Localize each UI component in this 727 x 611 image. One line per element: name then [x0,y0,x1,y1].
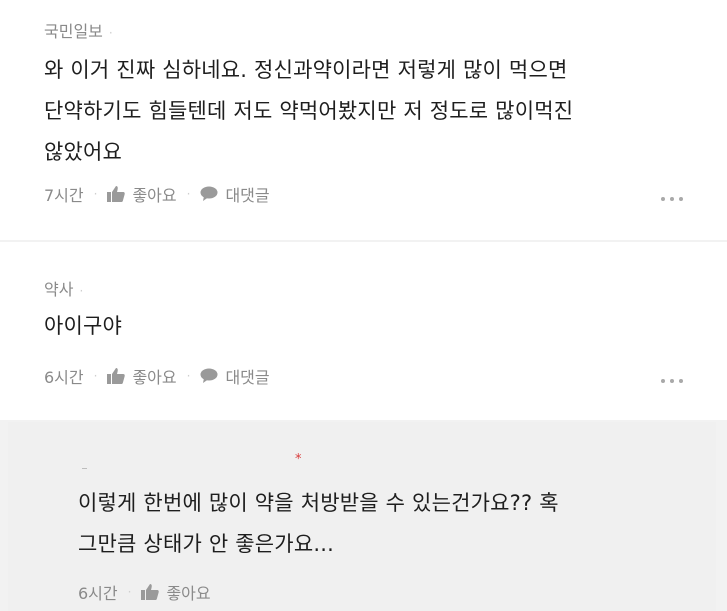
separator-dot: · [93,369,98,383]
reply-meta: 6시간 · 좋아요 [78,580,211,604]
reply-button[interactable]: 대댓글 [200,182,270,206]
reply-body: 이렇게 한번에 많이 약을 처방받을 수 있는건가요?? 혹 그만큼 상태가 안… [78,483,559,565]
more-dot [661,197,665,201]
like-label: 좋아요 [132,186,177,205]
reply-author-mark [82,468,87,469]
separator-dot: · [127,585,132,599]
comment-line: 와 이거 진짜 심하네요. 정신과약이라면 저렇게 많이 먹으면 [44,58,568,82]
like-label: 좋아요 [132,368,177,387]
reply-button[interactable]: 대댓글 [200,364,270,388]
like-button[interactable]: 좋아요 [107,364,177,388]
speech-bubble-icon [200,186,218,201]
more-options-button[interactable] [661,379,683,383]
separator-dot: · [186,369,191,383]
comment-meta: 6시간 · 좋아요 · 대댓글 [44,364,270,388]
reply-label: 대댓글 [225,368,270,387]
comment-body: 아이구야 [44,306,122,347]
comment-line: 않았어요 [44,140,123,164]
thumbs-up-icon [107,186,126,202]
more-options-button[interactable] [661,197,683,201]
author-name[interactable]: 약사 [44,280,73,299]
separator-dot: · [186,187,191,201]
reply-time: 6시간 [78,584,118,603]
comment-line: 단약하기도 힘들텐데 저도 약먹어봤지만 저 정도로 많이먹진 [44,99,574,123]
comment-time: 7시간 [44,186,84,205]
like-button[interactable]: 좋아요 [141,580,211,604]
reply-line: 그만큼 상태가 안 좋은가요... [78,532,334,556]
separator-dot: · [93,187,98,201]
comment-2: 약사 · 아이구야 6시간 · 좋아요 · 대댓글 [0,242,727,420]
more-dot [661,379,665,383]
comment-line: 아이구야 [44,314,123,338]
more-dot [679,197,683,201]
new-marker: * [295,452,302,467]
comment-body: 와 이거 진짜 심하네요. 정신과약이라면 저렇게 많이 먹으면 단약하기도 힘… [44,50,573,173]
like-button[interactable]: 좋아요 [107,182,177,206]
more-dot [679,379,683,383]
separator-dot: · [108,26,113,40]
reply-label: 대댓글 [225,186,270,205]
more-dot [670,379,674,383]
separator-dot: · [79,284,84,298]
comment-1: 국민일보 · 와 이거 진짜 심하네요. 정신과약이라면 저렇게 많이 먹으면 단… [0,0,727,240]
thumbs-up-icon [107,368,126,384]
comment-time: 6시간 [44,368,84,387]
comment-author[interactable]: 국민일보 · [44,18,113,42]
author-name[interactable]: 국민일보 [44,22,103,41]
speech-bubble-icon [200,368,218,383]
comment-author[interactable]: 약사 · [44,276,83,300]
nested-reply: * 이렇게 한번에 많이 약을 처방받을 수 있는건가요?? 혹 그만큼 상태가… [8,422,716,611]
like-label: 좋아요 [166,584,211,603]
thumbs-up-icon [141,584,160,600]
more-dot [670,197,674,201]
reply-line: 이렇게 한번에 많이 약을 처방받을 수 있는건가요?? 혹 [78,491,559,515]
comment-meta: 7시간 · 좋아요 · 대댓글 [44,182,270,206]
